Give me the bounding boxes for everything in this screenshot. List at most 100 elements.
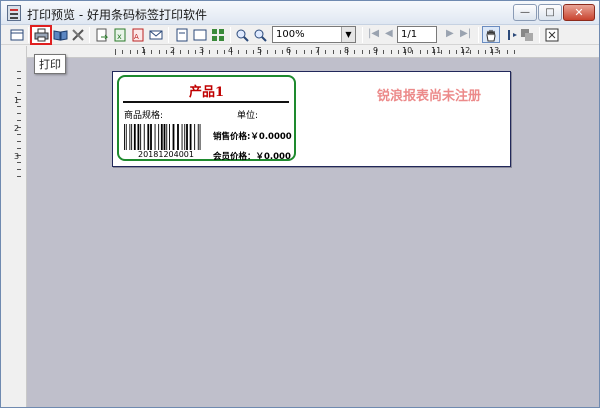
- ruler-tick: [17, 176, 21, 177]
- toolbar-separator: [28, 27, 29, 43]
- export-icon[interactable]: [94, 27, 110, 43]
- barcode-bar: [169, 124, 170, 150]
- barcode-number: 20181204001: [138, 150, 194, 159]
- ruler-tick: [223, 50, 225, 54]
- ruler-label: 4: [228, 46, 234, 55]
- page-number-input[interactable]: 1/1: [397, 26, 437, 43]
- svg-text:A: A: [134, 33, 139, 41]
- ruler-tick: [477, 50, 479, 54]
- zoom-out-icon[interactable]: [252, 27, 268, 43]
- minimize-button[interactable]: —: [513, 4, 537, 21]
- sale-price: 销售价格:￥0.0000: [213, 132, 292, 142]
- last-page-icon[interactable]: ▶|: [460, 28, 471, 39]
- ruler-tick: [17, 85, 21, 86]
- barcode-bar: [137, 124, 140, 150]
- ruler-tick: [180, 50, 182, 54]
- ruler-label: 9: [373, 46, 379, 55]
- printer-icon: [34, 28, 48, 42]
- ruler-tick: [245, 50, 247, 54]
- ruler-tick: [354, 50, 356, 54]
- maximize-button[interactable]: □: [538, 4, 562, 21]
- ruler-tick: [17, 162, 21, 163]
- toolbar-separator: [478, 27, 479, 43]
- vertical-ruler: 1 2 3: [1, 46, 27, 407]
- zoom-select[interactable]: 100% ▼: [272, 26, 356, 43]
- copy-icon[interactable]: [519, 27, 535, 43]
- ruler-tick: [484, 50, 486, 54]
- print-button[interactable]: [30, 25, 52, 45]
- ruler-label: 7: [315, 46, 321, 55]
- barcode-bar: [129, 124, 131, 150]
- ruler-label: 6: [286, 46, 292, 55]
- ruler-tick: [151, 50, 153, 54]
- maximize-icon: □: [545, 7, 555, 18]
- page-setup-icon[interactable]: [9, 27, 25, 43]
- close-button[interactable]: ✕: [563, 4, 595, 21]
- ruler-label: 12: [460, 46, 471, 55]
- page-width-icon[interactable]: [192, 27, 208, 43]
- single-page-icon[interactable]: [174, 27, 190, 43]
- ruler-tick: [194, 50, 196, 54]
- ruler-tick: [419, 50, 421, 54]
- ruler-tick: [252, 50, 254, 54]
- ruler-tick: [332, 50, 334, 54]
- member-price: 会员价格：￥0.000: [213, 152, 291, 162]
- excel-export-icon[interactable]: x: [112, 27, 128, 43]
- unregistered-watermark: 锐浪报表尚未注册: [377, 89, 482, 104]
- close-icon: ✕: [574, 6, 584, 19]
- toolbar-separator: [539, 27, 540, 43]
- barcode-bar: [160, 124, 163, 150]
- ruler-label: 8: [344, 46, 350, 55]
- prev-page-icon[interactable]: ◀: [385, 28, 393, 39]
- preview-toolbar: x A 100% ▼ |◀ ◀ 1/1 ▶ ▶|: [1, 25, 599, 45]
- ruler-label: 2: [14, 124, 20, 133]
- first-page-icon[interactable]: |◀: [368, 28, 379, 39]
- barcode-bar: [131, 124, 133, 150]
- label-divider: [123, 101, 289, 103]
- tools-icon[interactable]: [70, 27, 86, 43]
- text-select-icon[interactable]: [503, 27, 519, 43]
- toolbar-separator: [168, 27, 169, 43]
- ruler-tick: [122, 50, 124, 54]
- multi-page-icon[interactable]: [210, 27, 226, 43]
- zoom-value: 100%: [276, 29, 305, 40]
- app-icon: [7, 5, 21, 21]
- minimize-icon: —: [520, 7, 530, 18]
- chevron-down-icon[interactable]: ▼: [341, 27, 355, 42]
- email-icon[interactable]: [148, 27, 164, 43]
- toolbar-separator: [89, 27, 90, 43]
- ruler-tick: [412, 50, 414, 54]
- ruler-tick: [361, 50, 363, 54]
- ruler-tick: [513, 50, 515, 54]
- book-icon[interactable]: [52, 27, 68, 43]
- ruler-tick: [383, 50, 385, 54]
- print-preview-window: 打印预览 - 好用条码标签打印软件 — □ ✕ x A 100% ▼ |◀ ◀ …: [0, 0, 600, 408]
- barcode-bar: [184, 124, 186, 150]
- ruler-tick: [158, 50, 160, 54]
- ruler-tick: [17, 141, 21, 142]
- ruler-label: 10: [402, 46, 413, 55]
- window-title: 打印预览 - 好用条码标签打印软件: [27, 8, 207, 22]
- barcode-bar: [154, 124, 156, 150]
- ruler-label: 2: [170, 46, 176, 55]
- ruler-tick: [441, 50, 443, 54]
- preview-workspace[interactable]: 1 2 3 4 5 6 7 8 9 10 11 12 13 123 产品1 商品规格: 单位: 2018…: [1, 46, 599, 407]
- barcode-bar: [158, 124, 160, 150]
- spec-label: 商品规格:: [124, 111, 164, 121]
- ruler-tick: [136, 50, 138, 54]
- hand-tool-icon[interactable]: [482, 26, 500, 43]
- ruler-label: 3: [199, 46, 205, 55]
- zoom-in-icon[interactable]: [234, 27, 250, 43]
- ruler-tick: [209, 50, 211, 54]
- ruler-tick: [310, 50, 312, 54]
- page-number-value: 1/1: [401, 29, 418, 40]
- ruler-label: 13: [489, 46, 500, 55]
- horizontal-ruler: 1 2 3 4 5 6 7 8 9 10 11 12 13: [27, 46, 599, 58]
- ruler-tick: [303, 50, 305, 54]
- close-preview-icon[interactable]: [544, 27, 560, 43]
- ruler-tick: [499, 50, 501, 54]
- ruler-tick: [17, 169, 21, 170]
- pdf-export-icon[interactable]: A: [130, 27, 146, 43]
- next-page-icon[interactable]: ▶: [446, 28, 454, 39]
- barcode-bar: [181, 124, 183, 150]
